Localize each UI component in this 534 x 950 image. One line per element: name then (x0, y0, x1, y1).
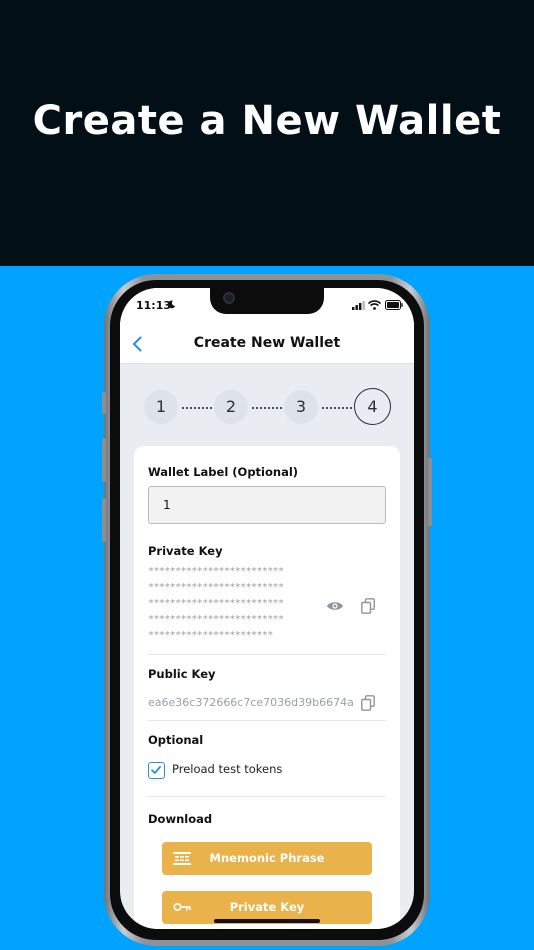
phone-volume-up-button (102, 438, 106, 482)
step-4-active: 4 (354, 388, 391, 425)
battery-icon (385, 300, 403, 310)
private-key-masked-line: ************************* (148, 582, 284, 593)
step-connector (322, 407, 352, 409)
step-connector (182, 407, 212, 409)
phone-volume-down-button (102, 498, 106, 542)
private-key-masked-line: ************************* (148, 566, 284, 577)
hero-banner: Create a New Wallet (0, 0, 534, 266)
eye-icon[interactable] (326, 600, 344, 612)
phone-power-button (428, 458, 432, 526)
private-key-masked-line: ************************* (148, 598, 284, 609)
step-3: 3 (284, 390, 318, 424)
hero-title: Create a New Wallet (32, 98, 502, 144)
step-connector (252, 407, 282, 409)
moon-icon (167, 300, 176, 309)
status-time: 11:13 (136, 299, 172, 312)
stepper: 1 2 3 4 (120, 388, 414, 428)
nav-title: Create New Wallet (193, 335, 341, 351)
preload-tokens-label[interactable]: Preload test tokens (172, 762, 282, 776)
public-key-value: ea6e36c372666c7ce7036d39b6674ae8 (148, 696, 353, 709)
private-key-masked-line: ************************* (148, 614, 284, 625)
private-key-masked-line: *********************** (148, 630, 273, 641)
checkmark-icon (151, 766, 161, 774)
wallet-form-card: Wallet Label (Optional) 1 Private Key **… (134, 446, 400, 929)
copy-private-key-icon[interactable] (361, 598, 375, 614)
wallet-label-heading: Wallet Label (Optional) (148, 465, 299, 479)
step-1: 1 (144, 390, 178, 424)
download-mnemonic-label: Mnemonic Phrase (209, 851, 325, 865)
wallet-label-input[interactable]: 1 (148, 486, 386, 524)
public-key-heading: Public Key (148, 667, 216, 681)
front-camera (223, 292, 235, 304)
copy-public-key-icon[interactable] (361, 695, 375, 711)
cellular-signal-icon (352, 301, 365, 310)
home-indicator[interactable] (214, 919, 320, 923)
wifi-icon (368, 300, 381, 310)
phone-side-button (102, 392, 106, 414)
phone-screen: 11:13 Create New Wallet 1 2 3 4 Wallet L… (120, 288, 414, 929)
private-key-heading: Private Key (148, 544, 223, 558)
divider (148, 720, 386, 721)
optional-heading: Optional (148, 733, 204, 747)
nav-bar: Create New Wallet (120, 326, 414, 364)
download-heading: Download (148, 812, 213, 826)
divider (148, 654, 386, 655)
divider (148, 796, 386, 797)
download-private-key-label: Private Key (229, 900, 305, 914)
download-mnemonic-button[interactable]: Mnemonic Phrase (162, 842, 372, 875)
step-2: 2 (214, 390, 248, 424)
preload-tokens-checkbox[interactable] (148, 762, 165, 779)
